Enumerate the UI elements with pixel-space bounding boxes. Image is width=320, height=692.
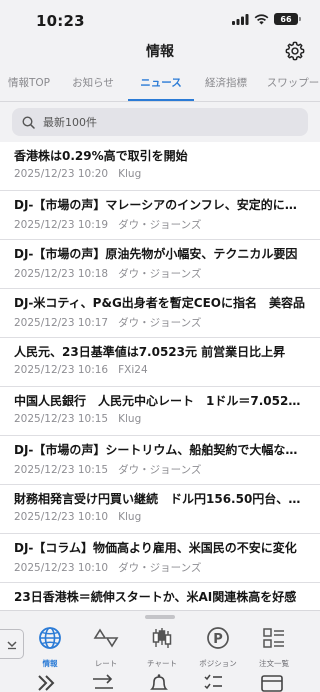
nav-label: チャート — [147, 659, 177, 668]
news-title: DJ-【コラム】物価高より雇用、米国民の不安に変化 — [14, 541, 297, 555]
news-timestamp: 2025/12/23 10:19 — [14, 219, 109, 231]
search-icon — [22, 115, 35, 129]
search-area — [0, 102, 320, 142]
news-timestamp: 2025/12/23 10:15 — [14, 464, 109, 476]
news-title: DJ-米コティ、P&G出身者を暫定CEOに指名 美容品 — [14, 296, 306, 310]
bell-icon[interactable] — [148, 673, 170, 692]
tab-0[interactable]: 情報TOP — [0, 64, 58, 101]
checklist-icon[interactable] — [202, 673, 224, 692]
news-title: DJ-【市場の声】マレーシアのインフレ、安定的に推移 — [14, 198, 306, 212]
news-source: Klug — [118, 168, 142, 180]
status-time: 10:23 — [36, 12, 85, 30]
nav-label: 注文一覧 — [259, 659, 289, 668]
page-title: 情報 — [146, 44, 174, 60]
header: 情報 — [0, 40, 320, 64]
news-meta: 2025/12/23 10:10 ダウ・ジョーンズ — [14, 560, 306, 575]
news-title: 中国人民銀行 人民元中心レート 1ドル＝7.0523元 — [14, 394, 306, 408]
news-item[interactable]: DJ-【市場の声】マレーシアのインフレ、安定的に推移 2025/12/23 10:… — [0, 191, 320, 240]
candlestick-icon — [149, 625, 175, 655]
news-meta: 2025/12/23 10:10 Klug — [14, 511, 306, 523]
nav-item-3[interactable]: P ポジション — [190, 625, 246, 669]
nav-label: ポジション — [199, 659, 237, 668]
tab-4[interactable]: スワップー — [258, 64, 320, 101]
search-input[interactable] — [43, 115, 263, 129]
rate-icon — [93, 625, 119, 655]
news-item[interactable]: DJ-【コラム】物価高より雇用、米国民の不安に変化 2025/12/23 10:1… — [0, 534, 320, 583]
swap-arrows-icon[interactable] — [91, 673, 115, 692]
news-item[interactable]: 中国人民銀行 人民元中心レート 1ドル＝7.0523元 2025/12/23 10… — [0, 387, 320, 436]
tab-1[interactable]: お知らせ — [58, 64, 128, 101]
news-item[interactable]: DJ-米コティ、P&G出身者を暫定CEOに指名 美容品 2025/12/23 10… — [0, 289, 320, 338]
news-meta: 2025/12/23 10:16 FXi24 — [14, 364, 306, 376]
news-title: 財務相発言受け円買い継続 ドル円156.50円台、安値 — [14, 492, 306, 506]
news-item[interactable]: 人民元、23日基準値は7.0523元 前営業日比上昇 2025/12/23 10:… — [0, 338, 320, 387]
news-list: 香港株は0.29%高で取引を開始 2025/12/23 10:20 Klug DJ-【… — [0, 142, 320, 612]
news-source: ダウ・ジョーンズ — [118, 219, 202, 231]
news-title: DJ-【市場の声】原油先物が小幅安、テクニカル要因 — [14, 247, 298, 261]
nav-item-2[interactable]: チャート — [134, 625, 190, 669]
news-source: ダウ・ジョーンズ — [118, 268, 202, 280]
globe-icon — [37, 625, 63, 655]
svg-text:P: P — [213, 632, 223, 647]
news-meta: 2025/12/23 10:19 ダウ・ジョーンズ — [14, 217, 306, 232]
news-item[interactable]: 23日香港株＝続伸スタートか、米AI関連株高を好感 — [0, 583, 320, 612]
news-meta: 2025/12/23 10:15 Klug — [14, 413, 306, 425]
news-timestamp: 2025/12/23 10:16 — [14, 364, 109, 376]
status-bar: 10:23 66 — [0, 0, 320, 40]
chevron-down-icon — [6, 641, 17, 650]
bottom-nav-items: 情報 レート チャート P ポジション 注文一覧 — [22, 625, 320, 669]
news-meta: 2025/12/23 10:17 ダウ・ジョーンズ — [14, 315, 306, 330]
tab-3[interactable]: 経済指標 — [194, 64, 258, 101]
nav-item-0[interactable]: 情報 — [22, 625, 78, 669]
double-chevron-right-icon[interactable] — [36, 673, 56, 692]
wifi-icon — [254, 13, 269, 24]
news-title: 人民元、23日基準値は7.0523元 前営業日比上昇 — [14, 345, 286, 359]
status-icons: 66 — [232, 13, 301, 25]
tab-bar: 情報TOP お知らせ ニュース 経済指標 スワップー — [0, 64, 320, 102]
card-icon[interactable] — [260, 673, 284, 692]
news-title: 23日香港株＝続伸スタートか、米AI関連株高を好感 — [14, 590, 297, 604]
collapse-button[interactable] — [0, 629, 24, 659]
gear-icon[interactable] — [284, 40, 306, 62]
news-item[interactable]: 香港株は0.29%高で取引を開始 2025/12/23 10:20 Klug — [0, 142, 320, 191]
news-source: Klug — [118, 413, 142, 425]
position-icon: P — [205, 625, 231, 655]
news-item[interactable]: 財務相発言受け円買い継続 ドル円156.50円台、安値 2025/12/23 10… — [0, 485, 320, 534]
news-timestamp: 2025/12/23 10:17 — [14, 317, 109, 329]
news-timestamp: 2025/12/23 10:18 — [14, 268, 109, 280]
nav-label: レート — [94, 659, 118, 668]
news-item[interactable]: DJ-【市場の声】原油先物が小幅安、テクニカル要因 2025/12/23 10:1… — [0, 240, 320, 289]
news-item[interactable]: DJ-【市場の声】シートリウム、船舶契約で大幅な上昇 2025/12/23 10:… — [0, 436, 320, 485]
bottom-nav-bar: 情報 レート チャート P ポジション 注文一覧 — [0, 610, 320, 692]
nav-item-1[interactable]: レート — [78, 625, 134, 669]
nav-item-4[interactable]: 注文一覧 — [246, 625, 302, 669]
news-source: ダウ・ジョーンズ — [118, 317, 202, 329]
news-source: FXi24 — [118, 364, 148, 376]
news-timestamp: 2025/12/23 10:15 — [14, 413, 109, 425]
drag-handle[interactable] — [145, 615, 175, 619]
news-meta: 2025/12/23 10:20 Klug — [14, 168, 306, 180]
tab-2[interactable]: ニュース — [128, 64, 194, 101]
news-timestamp: 2025/12/23 10:20 — [14, 168, 109, 180]
news-meta: 2025/12/23 10:15 ダウ・ジョーンズ — [14, 462, 306, 477]
search-box[interactable] — [12, 108, 308, 136]
news-title: DJ-【市場の声】シートリウム、船舶契約で大幅な上昇 — [14, 443, 306, 457]
battery-icon: 66 — [274, 13, 301, 25]
news-meta: 2025/12/23 10:18 ダウ・ジョーンズ — [14, 266, 306, 281]
order-list-icon — [261, 625, 287, 655]
news-title: 香港株は0.29%高で取引を開始 — [14, 149, 188, 163]
nav-label: 情報 — [42, 659, 58, 668]
news-source: ダウ・ジョーンズ — [118, 464, 202, 476]
news-source: ダウ・ジョーンズ — [118, 562, 202, 574]
signal-icon — [232, 13, 249, 25]
news-timestamp: 2025/12/23 10:10 — [14, 511, 109, 523]
news-source: Klug — [118, 511, 142, 523]
news-timestamp: 2025/12/23 10:10 — [14, 562, 109, 574]
